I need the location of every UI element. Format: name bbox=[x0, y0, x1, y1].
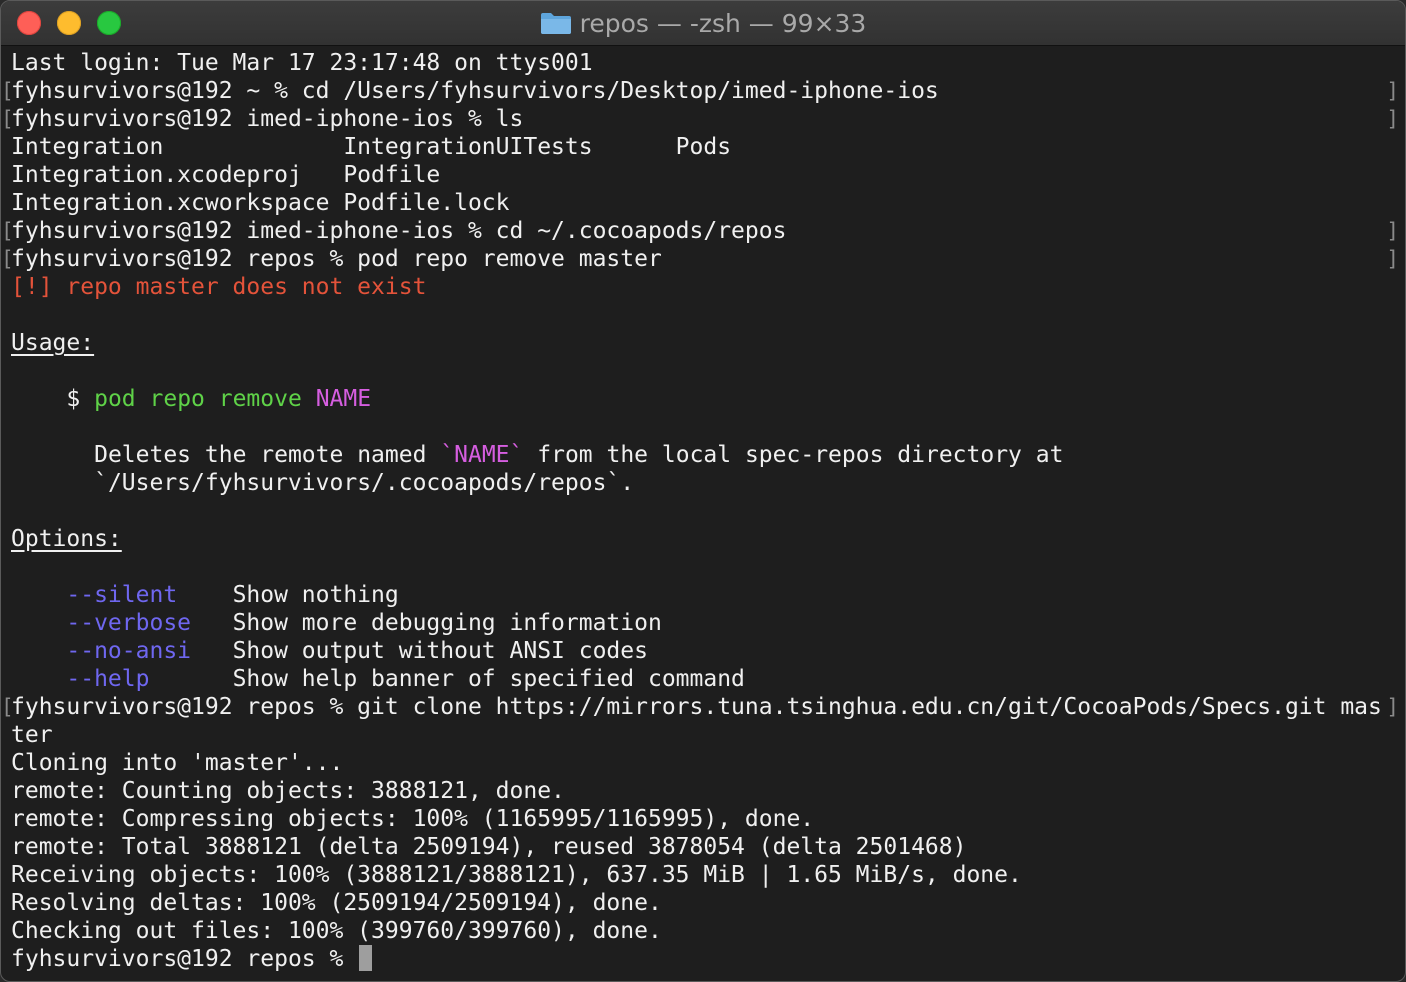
usage-line: $ pod repo remove NAME bbox=[11, 385, 1399, 413]
mark-bracket-left: [ bbox=[1, 107, 14, 131]
mark-bracket-right: ] bbox=[1386, 695, 1399, 719]
terminal-line: [fyhsurvivors@192 imed-iphone-ios % ls] bbox=[1, 105, 1399, 133]
option-description: Show output without ANSI codes bbox=[232, 638, 648, 664]
description-line: `/Users/fyhsurvivors/.cocoapods/repos`. bbox=[11, 469, 1399, 497]
description-path: `/Users/fyhsurvivors/.cocoapods/repos`. bbox=[94, 470, 635, 496]
ls-row: Integration.xcodeproj Podfile bbox=[11, 161, 1399, 189]
output-line: Checking out files: 100% (399760/399760)… bbox=[11, 917, 1399, 945]
output-line: Receiving objects: 100% (3888121/3888121… bbox=[11, 861, 1399, 889]
command-text: fyhsurvivors@192 ~ % cd /Users/fyhsurviv… bbox=[11, 78, 939, 104]
last-login-text: Last login: Tue Mar 17 23:17:48 on ttys0… bbox=[11, 50, 593, 76]
options-heading: Options: bbox=[11, 526, 122, 552]
ls-output-text: Integration IntegrationUITests Pods bbox=[11, 134, 732, 160]
title-bar[interactable]: repos — -zsh — 99×33 bbox=[1, 1, 1405, 46]
command-text: fyhsurvivors@192 imed-iphone-ios % cd ~/… bbox=[11, 218, 787, 244]
option-flag: --help bbox=[11, 666, 233, 692]
usage-param: NAME bbox=[315, 386, 372, 412]
description-text: Deletes the remote named bbox=[94, 442, 427, 468]
description-param: `NAME` bbox=[440, 442, 524, 468]
option-row: --help Show help banner of specified com… bbox=[11, 665, 1399, 693]
option-flag: --no-ansi bbox=[11, 638, 233, 664]
terminal-line: [!] repo master does not exist bbox=[11, 273, 1399, 301]
terminal-output[interactable]: Last login: Tue Mar 17 23:17:48 on ttys0… bbox=[1, 49, 1399, 981]
command-text: fyhsurvivors@192 imed-iphone-ios % ls bbox=[11, 106, 524, 132]
option-flag: --silent bbox=[11, 582, 233, 608]
description-line: Deletes the remote named `NAME` from the… bbox=[11, 441, 1399, 469]
error-message: [!] repo master does not exist bbox=[11, 274, 427, 300]
description-text: from the local spec-repos directory at bbox=[537, 442, 1064, 468]
terminal-line: [fyhsurvivors@192 ~ % cd /Users/fyhsurvi… bbox=[1, 77, 1399, 105]
mark-bracket-right: ] bbox=[1386, 107, 1399, 131]
output-text: remote: Compressing objects: 100% (11659… bbox=[11, 806, 815, 832]
mark-bracket-left: [ bbox=[1, 247, 14, 271]
output-line: Cloning into 'master'... bbox=[11, 749, 1399, 777]
window-title: repos — -zsh — 99×33 bbox=[579, 8, 867, 38]
mark-bracket-right: ] bbox=[1386, 79, 1399, 103]
command-text: fyhsurvivors@192 repos % git clone https… bbox=[11, 694, 1382, 720]
usage-heading: Usage: bbox=[11, 330, 95, 356]
usage-dollar: $ bbox=[66, 386, 81, 412]
command-text: fyhsurvivors@192 repos % pod repo remove… bbox=[11, 246, 662, 272]
terminal-window: repos — -zsh — 99×33 Last login: Tue Mar… bbox=[0, 0, 1406, 982]
prompt-line[interactable]: fyhsurvivors@192 repos % bbox=[11, 945, 1399, 973]
terminal-line: Last login: Tue Mar 17 23:17:48 on ttys0… bbox=[11, 49, 1399, 77]
mark-bracket-left: [ bbox=[1, 695, 14, 719]
terminal-line: ter bbox=[11, 721, 1399, 749]
window-title-group: repos — -zsh — 99×33 bbox=[1, 1, 1405, 45]
option-description: Show help banner of specified command bbox=[232, 666, 745, 692]
terminal-line: [fyhsurvivors@192 imed-iphone-ios % cd ~… bbox=[1, 217, 1399, 245]
output-text: Receiving objects: 100% (3888121/3888121… bbox=[11, 862, 1022, 888]
option-row: --verbose Show more debugging informatio… bbox=[11, 609, 1399, 637]
option-flag: --verbose bbox=[11, 610, 233, 636]
mark-bracket-left: [ bbox=[1, 219, 14, 243]
usage-command: pod repo remove bbox=[94, 386, 302, 412]
option-row: --no-ansi Show output without ANSI codes bbox=[11, 637, 1399, 665]
output-line: remote: Total 3888121 (delta 2509194), r… bbox=[11, 833, 1399, 861]
terminal-line: [fyhsurvivors@192 repos % pod repo remov… bbox=[1, 245, 1399, 273]
output-text: Checking out files: 100% (399760/399760)… bbox=[11, 918, 662, 944]
mark-bracket-right: ] bbox=[1386, 247, 1399, 271]
ls-output-text: Integration.xcodeproj Podfile bbox=[11, 162, 441, 188]
output-line: Resolving deltas: 100% (2509194/2509194)… bbox=[11, 889, 1399, 917]
output-text: Resolving deltas: 100% (2509194/2509194)… bbox=[11, 890, 662, 916]
ls-output-text: Integration.xcworkspace Podfile.lock bbox=[11, 190, 510, 216]
option-description: Show more debugging information bbox=[232, 610, 662, 636]
command-text-wrap: ter bbox=[11, 722, 53, 748]
option-description: Show nothing bbox=[232, 582, 399, 608]
text-cursor[interactable] bbox=[359, 945, 373, 971]
output-line: remote: Compressing objects: 100% (11659… bbox=[11, 805, 1399, 833]
terminal-line: Usage: bbox=[11, 329, 1399, 357]
output-text: Cloning into 'master'... bbox=[11, 750, 344, 776]
mark-bracket-left: [ bbox=[1, 79, 14, 103]
output-text: remote: Total 3888121 (delta 2509194), r… bbox=[11, 834, 967, 860]
folder-icon bbox=[540, 13, 571, 34]
terminal-line: Options: bbox=[11, 525, 1399, 553]
mark-bracket-right: ] bbox=[1386, 219, 1399, 243]
terminal-line: [fyhsurvivors@192 repos % git clone http… bbox=[1, 693, 1399, 721]
output-line: remote: Counting objects: 3888121, done. bbox=[11, 777, 1399, 805]
ls-row: Integration.xcworkspace Podfile.lock bbox=[11, 189, 1399, 217]
output-text: remote: Counting objects: 3888121, done. bbox=[11, 778, 565, 804]
option-row: --silent Show nothing bbox=[11, 581, 1399, 609]
ls-row: Integration IntegrationUITests Pods bbox=[11, 133, 1399, 161]
shell-prompt: fyhsurvivors@192 repos % bbox=[11, 946, 358, 972]
